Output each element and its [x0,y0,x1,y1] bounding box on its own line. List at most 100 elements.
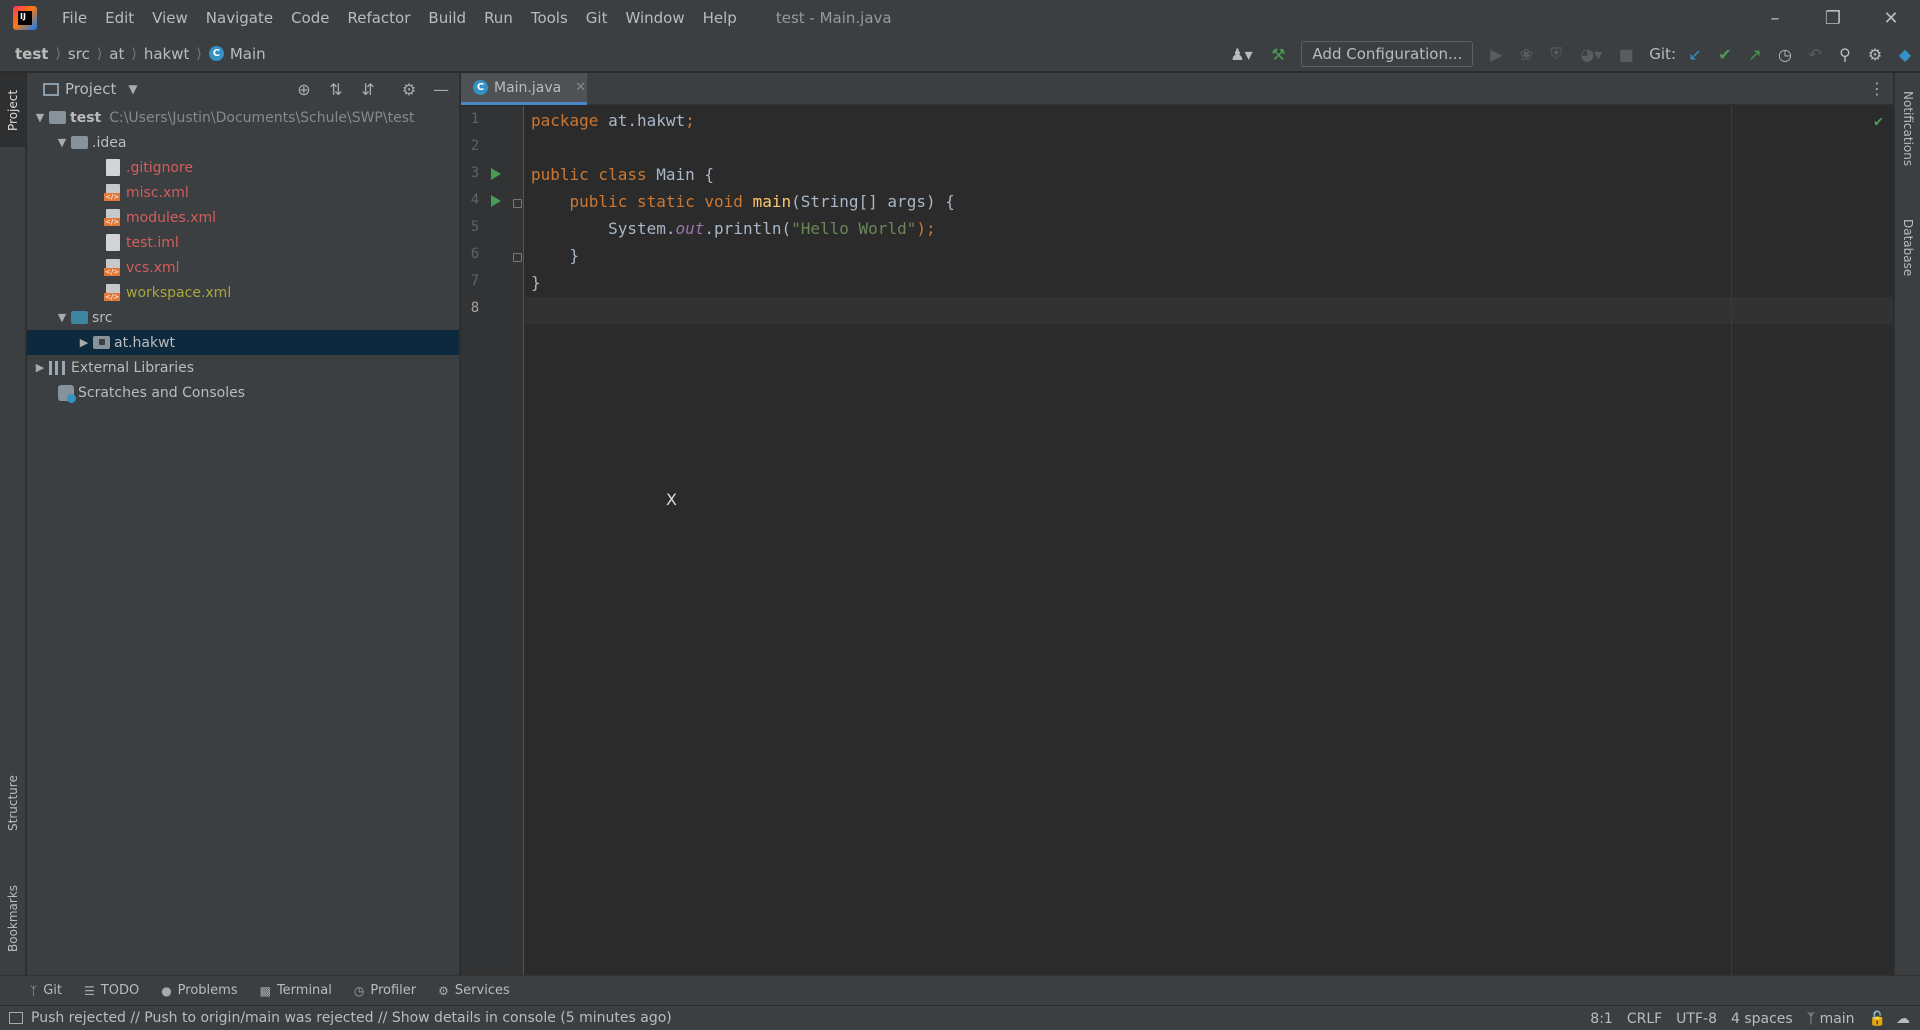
menu-build[interactable]: Build [419,0,475,36]
tool-window-todo[interactable]: ☰ TODO [84,983,139,998]
tree-node-test-iml[interactable]: test.iml [27,230,459,255]
main-toolbar: ♟▾ ⚒ Add Configuration... ▶ ❀ ⛨ ◕▾ ■ Git… [1219,36,1920,72]
git-label: Git: [1649,45,1676,63]
project-view-selector[interactable]: Project [65,80,116,98]
git-branch-widget[interactable]: ᛉ main [1807,1011,1855,1027]
chevron-down-icon[interactable]: ▼ [128,82,137,96]
tree-file-label: misc.xml [126,184,189,201]
status-message[interactable]: Push rejected // Push to origin/main was… [31,1010,672,1026]
hide-panel-icon[interactable]: — [426,73,456,105]
tool-window-database-tab[interactable]: Database [1895,203,1920,293]
git-rollback-icon[interactable]: ↶ [1800,39,1830,69]
expand-all-icon[interactable]: ⇅ [321,73,351,105]
git-history-icon[interactable]: ◷ [1770,39,1800,69]
menu-view[interactable]: View [143,0,197,36]
git-push-icon[interactable]: ↗ [1740,39,1770,69]
breadcrumb-main[interactable]: C Main [208,45,266,63]
menu-run[interactable]: Run [475,0,522,36]
menu-navigate[interactable]: Navigate [197,0,282,36]
tree-node-root[interactable]: ▼ test C:\Users\Justin\Documents\Schule\… [27,105,459,130]
project-tree: ▼ test C:\Users\Justin\Documents\Schule\… [27,105,459,405]
code-line-3: public class Main { [531,165,715,184]
breadcrumb-test[interactable]: test [15,45,48,63]
breadcrumb-src[interactable]: src [68,45,90,63]
close-window-icon[interactable]: ✕ [1862,0,1920,36]
select-opened-file-icon[interactable]: ⊕ [289,73,319,105]
intellij-logo-icon[interactable]: IJ [13,6,37,30]
toggle-tool-windows-icon[interactable] [9,1012,23,1024]
code-editor[interactable]: package at.hakwt; public class Main { pu… [525,106,1893,975]
chevron-down-icon[interactable]: ▼ [53,136,71,149]
tree-file-label: vcs.xml [126,259,180,276]
restore-icon[interactable]: ❐ [1804,0,1862,36]
chevron-right-icon[interactable]: ▶ [31,361,49,374]
tree-node-idea[interactable]: ▼ .idea [27,130,459,155]
tree-node-src[interactable]: ▼ src [27,305,459,330]
tree-node-package[interactable]: ▶ at.hakwt [27,330,459,355]
tool-window-terminal[interactable]: ▩ Terminal [260,983,332,998]
chevron-down-icon[interactable]: ▼ [31,111,49,124]
tree-node-misc-xml[interactable]: misc.xml [27,180,459,205]
git-branch-icon: ᛉ [1806,1010,1816,1027]
line-separator[interactable]: CRLF [1627,1011,1662,1027]
add-configuration-button[interactable]: Add Configuration... [1301,41,1474,67]
tool-window-structure-tab[interactable]: Structure [0,763,26,843]
run-main-gutter-icon[interactable] [491,195,501,207]
tree-node-vcs-xml[interactable]: vcs.xml [27,255,459,280]
editor-tab-main-java[interactable]: C Main.java ✕ [461,73,587,105]
tree-node-modules-xml[interactable]: modules.xml [27,205,459,230]
stop-icon[interactable]: ■ [1611,39,1641,69]
lock-icon[interactable]: 🔓 [1869,1011,1886,1027]
breadcrumb-separator-icon: ⟩ [196,45,202,62]
tree-package-label: at.hakwt [114,334,176,351]
tool-window-git[interactable]: ᛉ Git [30,983,62,998]
run-class-gutter-icon[interactable] [491,168,501,180]
menu-git[interactable]: Git [577,0,617,36]
collapse-all-icon[interactable]: ⇵ [353,73,383,105]
caret-position[interactable]: 8:1 [1590,1011,1613,1027]
file-encoding[interactable]: UTF-8 [1676,1011,1717,1027]
menu-window[interactable]: Window [616,0,693,36]
tool-window-services[interactable]: ⚙ Services [438,983,510,998]
fold-marker-icon[interactable] [513,199,522,208]
tool-window-bookmarks-tab[interactable]: Bookmarks [0,873,26,963]
debug-icon[interactable]: ❀ [1511,39,1541,69]
menu-edit[interactable]: Edit [96,0,143,36]
tool-window-notifications-tab[interactable]: Notifications [1895,79,1920,179]
coverage-icon[interactable]: ⛨ [1541,39,1571,69]
account-icon[interactable]: ♟▾ [1219,39,1263,69]
menu-help[interactable]: Help [694,0,746,36]
settings-gear-icon[interactable]: ⚙ [1860,39,1890,69]
tree-node-scratches[interactable]: Scratches and Consoles [27,380,459,405]
menu-code[interactable]: Code [282,0,338,36]
inspection-ok-check-icon[interactable]: ✔ [1874,112,1883,130]
more-options-icon[interactable]: ⋮ [1869,73,1885,105]
chevron-down-icon[interactable]: ▼ [53,311,71,324]
notifications-icon[interactable]: ☁ [1896,1011,1910,1027]
breadcrumb-at[interactable]: at [109,45,124,63]
close-tab-icon[interactable]: ✕ [575,80,586,95]
build-hammer-icon[interactable]: ⚒ [1263,39,1293,69]
tool-window-project-tab[interactable]: Project [0,73,26,147]
git-update-icon[interactable]: ↙ [1680,39,1710,69]
tree-node-workspace-xml[interactable]: workspace.xml [27,280,459,305]
panel-settings-gear-icon[interactable]: ⚙ [394,73,424,105]
indent-setting[interactable]: 4 spaces [1731,1011,1793,1027]
menu-file[interactable]: File [53,0,96,36]
chevron-right-icon[interactable]: ▶ [75,336,93,349]
tree-node-gitignore[interactable]: .gitignore [27,155,459,180]
fold-marker-icon[interactable] [513,253,522,262]
breadcrumb-hakwt[interactable]: hakwt [144,45,190,63]
search-icon[interactable]: ⚲ [1830,39,1860,69]
menu-refactor[interactable]: Refactor [338,0,419,36]
profile-icon[interactable]: ◕▾ [1571,39,1611,69]
tree-root-path: C:\Users\Justin\Documents\Schule\SWP\tes… [109,109,415,126]
menu-tools[interactable]: Tools [522,0,577,36]
git-commit-icon[interactable]: ✔ [1710,39,1740,69]
minimize-icon[interactable]: – [1746,0,1804,36]
tool-window-problems[interactable]: ● Problems [161,983,237,998]
tree-node-external-libraries[interactable]: ▶ External Libraries [27,355,459,380]
run-icon[interactable]: ▶ [1481,39,1511,69]
tool-window-profiler[interactable]: ◷ Profiler [354,983,416,998]
code-with-me-icon[interactable]: ◆ [1890,39,1920,69]
